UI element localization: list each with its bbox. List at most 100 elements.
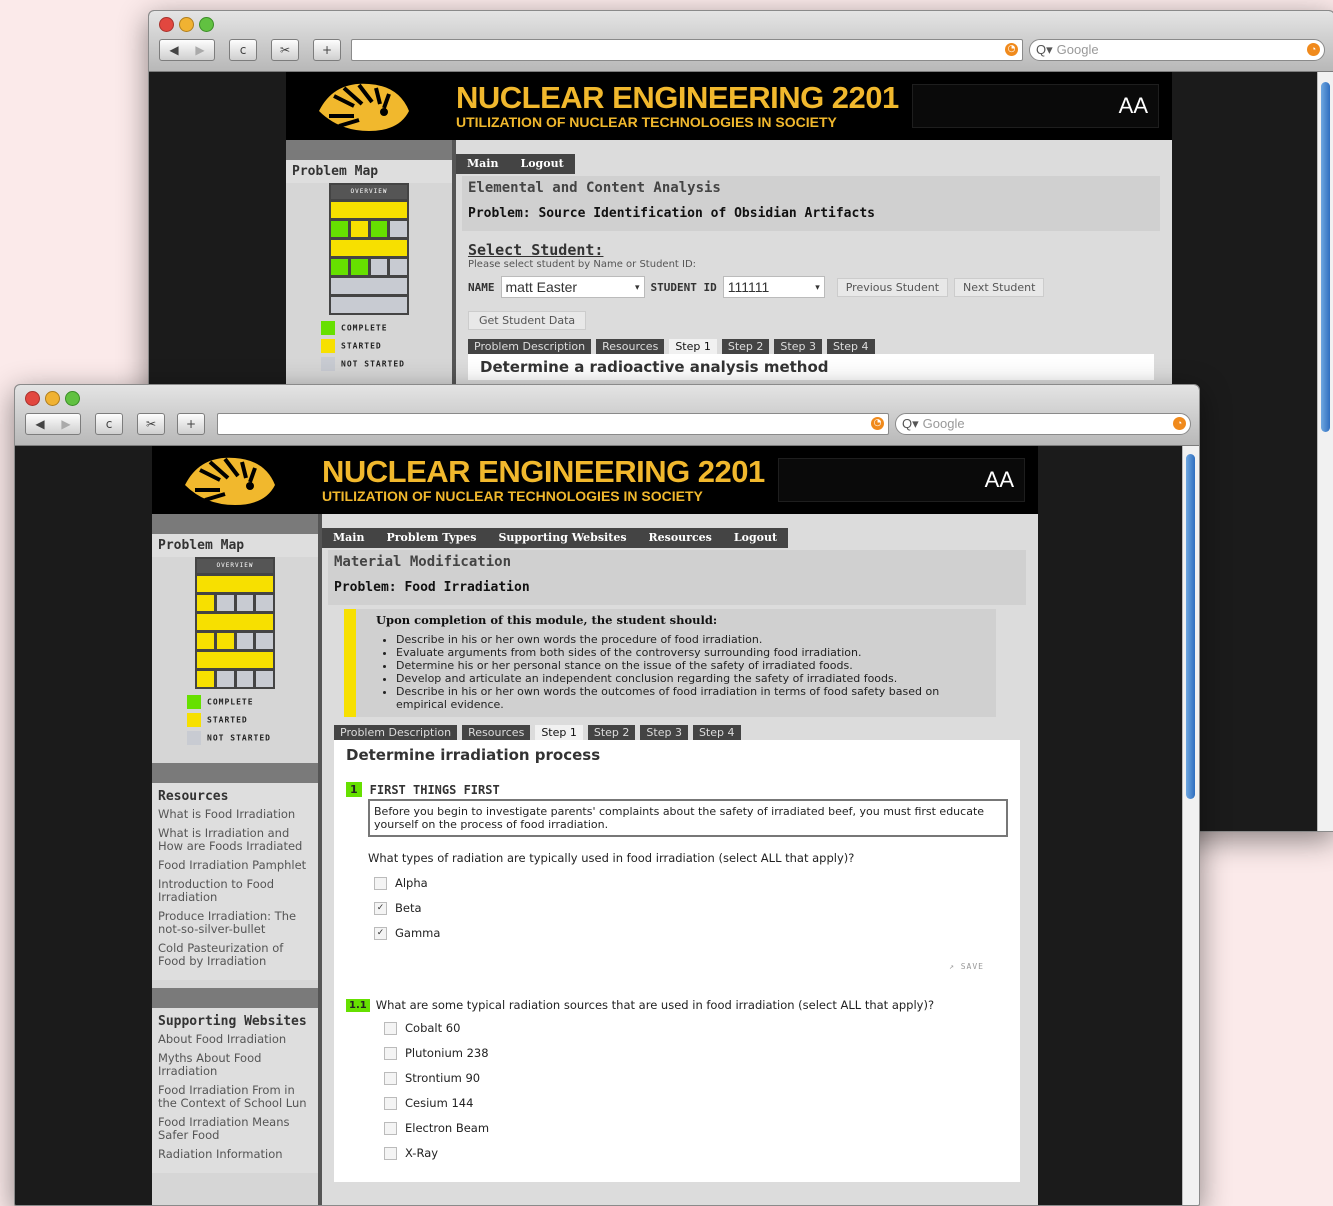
option-cesium-144[interactable]: Cesium 144 xyxy=(384,1091,1008,1116)
font-size-toggle[interactable]: AA xyxy=(912,84,1159,128)
problem-map-cell[interactable] xyxy=(390,259,407,275)
nav-main[interactable]: Main xyxy=(456,154,509,174)
resource-link[interactable]: What is Irradiation and How are Foods Ir… xyxy=(158,827,312,853)
resource-link[interactable]: What is Food Irradiation xyxy=(158,808,312,821)
problem-map-row[interactable] xyxy=(197,595,273,611)
option-plutonium-238[interactable]: Plutonium 238 xyxy=(384,1041,1008,1066)
resource-link[interactable]: Produce Irradiation: The not-so-silver-b… xyxy=(158,910,312,936)
problem-map-cell[interactable] xyxy=(236,595,254,611)
problem-map-row[interactable] xyxy=(331,259,407,275)
checkbox[interactable]: ✓ xyxy=(374,902,387,915)
tab-problem-description[interactable]: Problem Description xyxy=(468,339,592,354)
vertical-scrollbar[interactable] xyxy=(1182,446,1199,1205)
problem-map-cell[interactable] xyxy=(256,671,273,687)
get-student-data-button[interactable]: Get Student Data xyxy=(468,311,587,330)
problem-map-row[interactable] xyxy=(197,576,273,592)
search-field[interactable]: Q▾ Google ◔ xyxy=(895,413,1191,435)
website-link[interactable]: Food Irradiation Means Safer Food xyxy=(158,1116,312,1142)
checkbox[interactable] xyxy=(384,1122,397,1135)
website-link[interactable]: About Food Irradiation xyxy=(158,1033,312,1046)
problem-map-cell[interactable] xyxy=(350,259,368,275)
problem-map-cell[interactable] xyxy=(256,595,273,611)
website-link[interactable]: Myths About Food Irradiation xyxy=(158,1052,312,1078)
problem-map-row[interactable] xyxy=(331,221,407,237)
minimize-window-icon[interactable] xyxy=(179,17,194,32)
scroll-thumb[interactable] xyxy=(1186,454,1195,799)
problem-map-row[interactable] xyxy=(197,652,273,668)
next-student-button[interactable]: Next Student xyxy=(954,277,1045,297)
problem-map[interactable]: OVERVIEW xyxy=(195,557,275,689)
nav-supporting-websites[interactable]: Supporting Websites xyxy=(487,528,637,548)
option-cobalt-60[interactable]: Cobalt 60 xyxy=(384,1016,1008,1041)
problem-map-cell[interactable] xyxy=(236,633,254,649)
rss-icon[interactable]: ◔ xyxy=(1005,43,1018,56)
tab-step-2[interactable]: Step 2 xyxy=(587,725,636,740)
rss-icon[interactable]: ◔ xyxy=(871,417,884,430)
add-bookmark-button[interactable]: + xyxy=(313,39,341,61)
add-bookmark-button[interactable]: + xyxy=(177,413,205,435)
tab-resources[interactable]: Resources xyxy=(462,725,531,740)
overview-label[interactable]: OVERVIEW xyxy=(197,559,273,573)
font-size-toggle[interactable]: AA xyxy=(778,458,1025,502)
website-link[interactable]: Food Irradiation From in the Context of … xyxy=(158,1084,312,1110)
checkbox[interactable]: ✓ xyxy=(374,927,387,940)
reload-button[interactable]: c xyxy=(95,413,123,435)
problem-map-cell[interactable] xyxy=(331,202,407,218)
problem-map-cell[interactable] xyxy=(197,671,214,687)
problem-map-row[interactable] xyxy=(197,614,273,630)
problem-map-cell[interactable] xyxy=(390,221,407,237)
problem-map-row[interactable] xyxy=(197,633,273,649)
back-icon[interactable]: ◀ xyxy=(27,414,53,434)
snapshot-button[interactable]: ✂ xyxy=(271,39,299,61)
nav-main[interactable]: Main xyxy=(322,528,375,548)
zoom-window-icon[interactable] xyxy=(65,391,80,406)
tab-step-3[interactable]: Step 3 xyxy=(774,339,822,354)
nav-logout[interactable]: Logout xyxy=(509,154,574,174)
name-select[interactable]: matt Easter ▾ xyxy=(500,276,645,298)
nav-logout[interactable]: Logout xyxy=(723,528,788,548)
problem-map-cell[interactable] xyxy=(256,633,273,649)
checkbox[interactable] xyxy=(384,1022,397,1035)
problem-map-cell[interactable] xyxy=(350,221,368,237)
problem-map-cell[interactable] xyxy=(216,671,234,687)
problem-map-cell[interactable] xyxy=(216,595,234,611)
tab-problem-description[interactable]: Problem Description xyxy=(334,725,458,740)
back-forward-buttons[interactable]: ◀ ▶ xyxy=(25,413,81,435)
problem-map-cell[interactable] xyxy=(370,221,388,237)
problem-map-row[interactable] xyxy=(197,671,273,687)
option-strontium-90[interactable]: Strontium 90 xyxy=(384,1066,1008,1091)
checkbox[interactable] xyxy=(384,1072,397,1085)
problem-map-cell[interactable] xyxy=(370,259,388,275)
problem-map-cell[interactable] xyxy=(331,240,407,256)
problem-map-cell[interactable] xyxy=(331,278,407,294)
checkbox[interactable] xyxy=(384,1147,397,1160)
forward-icon[interactable]: ▶ xyxy=(187,40,213,60)
zoom-window-icon[interactable] xyxy=(199,17,214,32)
tab-step-4[interactable]: Step 4 xyxy=(692,725,741,740)
forward-icon[interactable]: ▶ xyxy=(53,414,79,434)
option-beta[interactable]: ✓ Beta xyxy=(374,896,1008,921)
problem-map-cell[interactable] xyxy=(197,652,273,668)
checkbox[interactable] xyxy=(384,1047,397,1060)
student-id-select[interactable]: 111111 ▾ xyxy=(722,276,825,298)
problem-map-row[interactable] xyxy=(331,297,407,313)
close-window-icon[interactable] xyxy=(25,391,40,406)
tab-step-1[interactable]: Step 1 xyxy=(535,725,583,740)
search-go-icon[interactable]: ◔ xyxy=(1307,43,1320,56)
previous-student-button[interactable]: Previous Student xyxy=(836,277,949,297)
problem-map-cell[interactable] xyxy=(331,297,407,313)
tab-step-4[interactable]: Step 4 xyxy=(826,339,875,354)
resource-link[interactable]: Food Irradiation Pamphlet xyxy=(158,859,312,872)
checkbox[interactable] xyxy=(384,1097,397,1110)
back-forward-buttons[interactable]: ◀ ▶ xyxy=(159,39,215,61)
minimize-window-icon[interactable] xyxy=(45,391,60,406)
tab-step-2[interactable]: Step 2 xyxy=(721,339,770,354)
problem-map-cell[interactable] xyxy=(197,576,273,592)
back-icon[interactable]: ◀ xyxy=(161,40,187,60)
problem-map-row[interactable] xyxy=(331,202,407,218)
reload-button[interactable]: c xyxy=(229,39,257,61)
website-link[interactable]: Radiation Information xyxy=(158,1148,312,1161)
problem-map-row[interactable] xyxy=(331,240,407,256)
search-field[interactable]: Q▾ Google ◔ xyxy=(1029,39,1325,61)
resource-link[interactable]: Introduction to Food Irradiation xyxy=(158,878,312,904)
